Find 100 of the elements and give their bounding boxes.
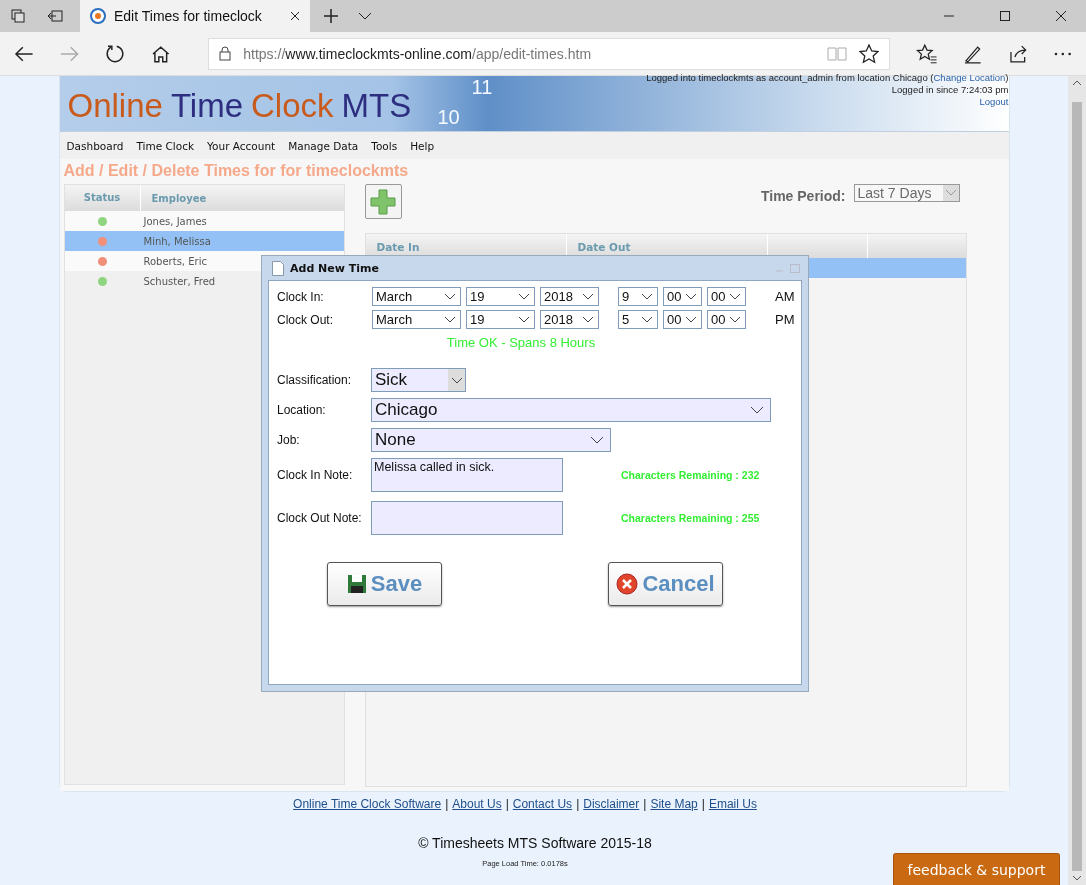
month-select[interactable]: March <box>372 310 461 329</box>
new-tab-icon[interactable] <box>324 9 338 23</box>
chevron-down-icon <box>641 316 653 323</box>
nav-menu-item[interactable]: Tools <box>371 139 398 152</box>
chevron-up-icon <box>1072 80 1082 86</box>
year-select[interactable]: 2018 <box>540 287 599 306</box>
logged-in-since: Logged in since 7:24:03 pm <box>891 84 1009 96</box>
characters-remaining: Characters Remaining : 255 <box>621 512 760 524</box>
minute-select[interactable]: 00 <box>663 287 702 306</box>
clock-numeral: 11 <box>471 76 493 99</box>
nav-menu-item[interactable]: Manage Data <box>288 139 359 152</box>
chevron-down-icon <box>582 316 594 323</box>
footer-link[interactable]: Online Time Clock Software <box>293 797 442 811</box>
refresh-icon[interactable] <box>105 43 125 64</box>
hour-select[interactable]: 5 <box>618 310 658 329</box>
month-select[interactable]: March <box>372 287 461 306</box>
back-tabs-icon[interactable] <box>47 9 63 23</box>
chevron-down-icon <box>1072 875 1082 881</box>
chevron-down-icon <box>641 293 653 300</box>
chevron-down-icon <box>582 293 594 300</box>
clock-numeral: 10 <box>437 106 460 129</box>
maximize-icon[interactable] <box>1000 11 1010 21</box>
chevron-down-icon <box>518 293 530 300</box>
field-label: Location: <box>277 403 327 417</box>
chevron-down-icon <box>444 293 456 300</box>
link-separator: | <box>505 797 509 811</box>
pen-icon[interactable] <box>963 43 983 64</box>
page-title: Add / Edit / Delete Times for for timeclockmts <box>63 162 410 180</box>
scrollbar[interactable] <box>1068 76 1086 885</box>
time-period-select[interactable]: Last 7 Days <box>853 184 960 202</box>
logo-word: Clock <box>251 89 334 122</box>
star-icon[interactable] <box>858 43 879 64</box>
chevron-down-icon <box>450 376 463 384</box>
chevron-down-icon <box>750 406 764 414</box>
field-label: Clock In Note: <box>277 468 354 482</box>
site-logo-icon <box>90 8 106 24</box>
feedback-button[interactable]: feedback & support <box>893 853 1060 885</box>
field-label: Clock Out: <box>277 312 334 327</box>
footer-link[interactable]: About Us <box>452 797 502 811</box>
browser-tab[interactable]: Edit Times for timeclock <box>80 0 310 32</box>
address-field[interactable]: https://www.timeclockmts-online.com/app/edit-times.htm <box>208 37 890 70</box>
note-field[interactable]: Melissa called in sick. <box>371 458 563 492</box>
day-select[interactable]: 19 <box>466 310 535 329</box>
meridiem-label: AM <box>775 289 795 304</box>
add-button[interactable] <box>364 184 402 219</box>
home-icon[interactable] <box>150 44 171 63</box>
minute-select[interactable]: 00 <box>663 310 702 329</box>
login-info: Logged into timeclockmts as account_admin from location Chicago ( <box>646 72 934 83</box>
year-select[interactable]: 2018 <box>540 310 599 329</box>
second-select[interactable]: 00 <box>707 310 746 329</box>
back-arrow-icon[interactable] <box>14 44 34 63</box>
tabs-icon[interactable] <box>11 9 25 23</box>
more-icon[interactable] <box>1054 51 1072 56</box>
field-label: Clock In: <box>277 289 325 304</box>
document-icon <box>272 260 284 276</box>
chevron-down-icon <box>729 293 741 300</box>
close-icon[interactable] <box>1056 11 1066 21</box>
field-label: Job: <box>277 433 301 447</box>
footer-link[interactable]: Disclaimer <box>583 797 640 811</box>
time-period-label: Time Period: <box>760 188 846 204</box>
login-info: ) <box>1005 72 1009 83</box>
link-separator: | <box>701 797 705 811</box>
nav-menu-item[interactable]: Time Clock <box>136 139 195 152</box>
characters-remaining: Characters Remaining : 232 <box>621 469 760 481</box>
chevron-down-icon <box>518 316 530 323</box>
second-select[interactable]: 00 <box>707 287 746 306</box>
logo-word: MTS <box>341 89 412 122</box>
meridiem-label: PM <box>775 312 795 327</box>
logo-word: Online <box>67 89 163 122</box>
nav-menu-item[interactable]: Your Account <box>207 139 276 152</box>
chevron-down-icon <box>945 190 956 196</box>
nav-menu-item[interactable]: Help <box>410 139 435 152</box>
favorites-icon[interactable] <box>915 43 938 64</box>
lock-icon <box>219 46 232 61</box>
close-icon[interactable] <box>290 11 300 21</box>
note-field[interactable] <box>371 501 563 535</box>
job-select[interactable]: None <box>371 428 611 452</box>
footer-link[interactable]: Contact Us <box>512 797 573 811</box>
chevron-down-icon <box>444 316 456 323</box>
location-select[interactable]: Chicago <box>371 398 771 422</box>
link-separator: | <box>643 797 647 811</box>
share-icon[interactable] <box>1008 43 1029 64</box>
status-message: Time OK - Spans 8 Hours <box>445 335 597 350</box>
day-select[interactable]: 19 <box>466 287 535 306</box>
footer-link[interactable]: Email Us <box>708 797 757 811</box>
plus-icon <box>370 188 396 215</box>
logout-link[interactable]: Logout <box>979 96 1009 108</box>
chevron-down-icon <box>729 316 741 323</box>
classification-select[interactable]: Sick <box>371 368 466 392</box>
cancel-icon <box>616 573 639 595</box>
nav-menu-item[interactable]: Dashboard <box>66 139 124 152</box>
employee-row[interactable]: Jones, James <box>64 211 344 231</box>
tab-title: Edit Times for timeclock <box>114 8 263 24</box>
column-header: Employee <box>150 192 207 204</box>
employee-row[interactable]: Minh, Melissa <box>64 231 344 251</box>
footer-link[interactable]: Site Map <box>650 797 698 811</box>
hour-select[interactable]: 9 <box>618 287 658 306</box>
chevron-down-icon[interactable] <box>358 12 372 20</box>
link-separator: | <box>576 797 580 811</box>
field-label: Classification: <box>277 373 353 387</box>
